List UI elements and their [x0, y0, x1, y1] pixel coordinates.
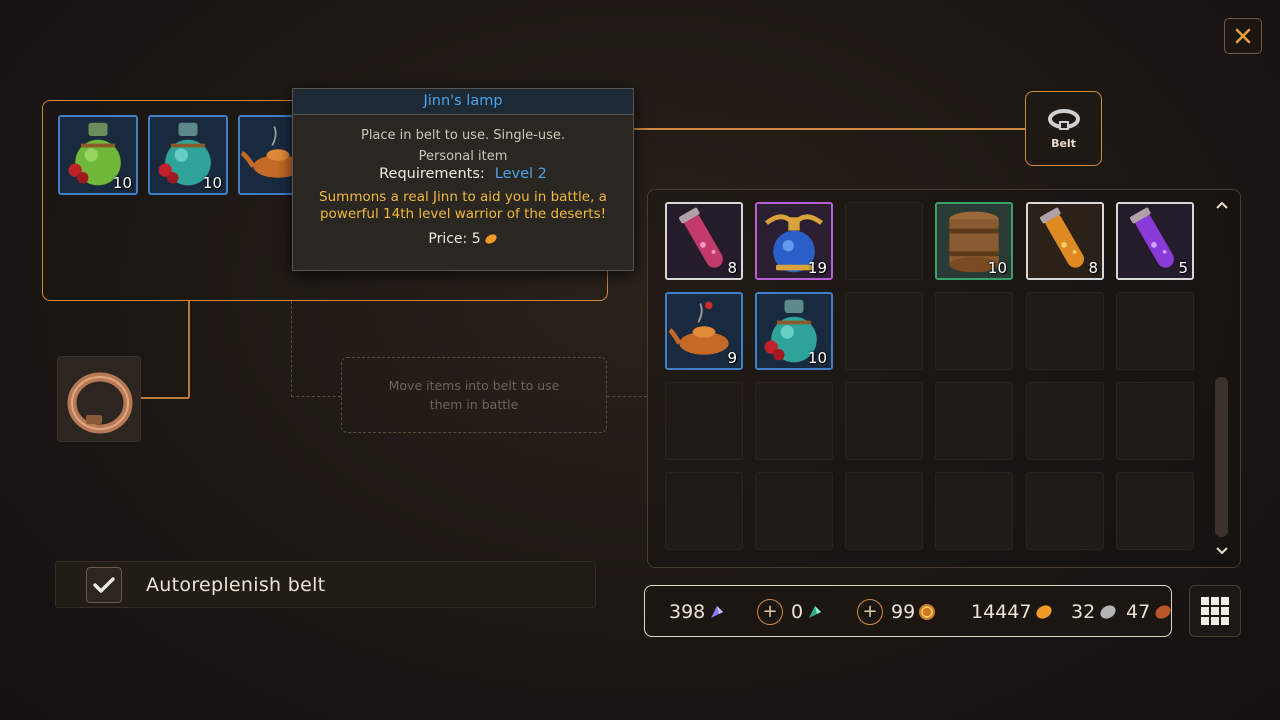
inventory-slot[interactable]: 5 — [1116, 202, 1194, 280]
inventory-slot[interactable]: 10 — [935, 202, 1013, 280]
belt-connector-line — [608, 128, 1026, 130]
inventory-slot-empty[interactable] — [755, 472, 833, 550]
ring-belt-icon — [67, 372, 133, 434]
requirements-label: Requirements: — [379, 166, 485, 182]
inventory-slot-empty[interactable] — [1116, 382, 1194, 460]
tooltip-title: Jinn's lamp — [293, 89, 633, 115]
inventory-slot-empty[interactable] — [845, 382, 923, 460]
close-icon — [1235, 28, 1251, 44]
chevron-up-icon — [1216, 201, 1228, 209]
inventory-slot-empty[interactable] — [1026, 382, 1104, 460]
tooltip-description: Summons a real Jinn to aid you in battle… — [319, 189, 607, 222]
inventory-slot-empty[interactable] — [845, 472, 923, 550]
currency-value: 47 — [1126, 601, 1151, 623]
inventory-slot[interactable]: 8 — [665, 202, 743, 280]
slot-count: 19 — [807, 259, 827, 277]
currency-value: 32 — [1071, 601, 1096, 623]
autoreplenish-row: Autoreplenish belt — [55, 561, 596, 608]
bracket-line — [188, 301, 190, 398]
inventory-slot[interactable]: 8 — [1026, 202, 1104, 280]
inventory-slot-empty[interactable] — [935, 382, 1013, 460]
slot-count: 5 — [1178, 259, 1188, 277]
bracket-line — [141, 397, 189, 399]
dashed-line — [291, 396, 341, 397]
currency-emeralds: + 0 — [757, 586, 824, 638]
inventory-slot-empty[interactable] — [1026, 292, 1104, 370]
slot-count: 8 — [1088, 259, 1098, 277]
currency-copper: 47 — [1126, 586, 1173, 638]
tooltip-price: Price: 5 — [293, 231, 633, 247]
currency-crystals: 398 — [669, 586, 726, 638]
belt-icon — [1047, 109, 1080, 130]
slot-count: 9 — [727, 349, 737, 367]
tooltip-requirements: Requirements: Level 2 — [293, 166, 633, 182]
grid-view-button[interactable] — [1189, 585, 1241, 637]
price-label: Price: 5 — [428, 231, 481, 247]
currency-value: 14447 — [971, 601, 1032, 623]
scroll-up-button[interactable] — [1213, 197, 1231, 213]
silver-coin-icon — [1100, 605, 1116, 619]
emerald-icon — [809, 606, 822, 618]
slot-count: 10 — [987, 259, 1007, 277]
inventory-slot[interactable]: 19 — [755, 202, 833, 280]
add-emeralds-button[interactable]: + — [757, 599, 783, 625]
slot-count: 10 — [807, 349, 827, 367]
inventory-slot-empty[interactable] — [755, 382, 833, 460]
item-tooltip: Jinn's lamp Place in belt to use. Single… — [292, 88, 634, 271]
autoreplenish-label: Autoreplenish belt — [146, 573, 326, 596]
inventory-slot[interactable]: 9 — [665, 292, 743, 370]
inventory-slot-empty[interactable] — [1116, 472, 1194, 550]
chevron-down-icon — [1216, 547, 1228, 555]
dashed-line — [291, 301, 292, 397]
tooltip-personal: Personal item — [418, 149, 508, 164]
inventory-slot-empty[interactable] — [845, 292, 923, 370]
gold-coin-icon — [485, 234, 497, 244]
currency-value: 398 — [669, 601, 706, 623]
belt-tab-label: Belt — [1051, 137, 1076, 150]
inventory-slot-empty[interactable] — [935, 292, 1013, 370]
scroll-down-button[interactable] — [1213, 543, 1231, 559]
inventory-slot-empty[interactable] — [665, 382, 743, 460]
inventory-slot-empty[interactable] — [1116, 292, 1194, 370]
belt-hint: Move items into belt to use them in batt… — [341, 357, 607, 433]
slot-count: 10 — [112, 174, 132, 192]
currency-silver: 32 — [1071, 586, 1118, 638]
inventory-slot-empty[interactable] — [665, 472, 743, 550]
inventory-slot-empty[interactable] — [845, 202, 923, 280]
slot-count: 8 — [727, 259, 737, 277]
belt-slot-1[interactable]: 10 — [58, 115, 138, 195]
currency-value: 99 — [891, 601, 916, 623]
tooltip-usage: Place in belt to use. Single-use. — [360, 128, 566, 143]
currency-tokens: + 99 — [857, 586, 936, 638]
belt-tab[interactable]: Belt — [1025, 91, 1102, 166]
slot-count: 10 — [202, 174, 222, 192]
inventory-slot-empty[interactable] — [1026, 472, 1104, 550]
autoreplenish-checkbox[interactable] — [86, 566, 122, 603]
add-tokens-button[interactable]: + — [857, 599, 883, 625]
checkmark-icon — [93, 576, 115, 593]
inventory-slot-empty[interactable] — [935, 472, 1013, 550]
gold-coin-icon — [1036, 605, 1053, 619]
grid-icon — [1201, 597, 1229, 625]
inventory-slot[interactable]: 10 — [755, 292, 833, 370]
scrollbar-thumb[interactable] — [1215, 377, 1228, 537]
currency-gold: 14447 — [971, 586, 1054, 638]
token-icon — [919, 604, 936, 620]
currency-value: 0 — [791, 601, 804, 623]
close-button[interactable] — [1224, 18, 1262, 54]
currency-bar: 398 + 0 + 99 14447 32 47 — [644, 585, 1172, 637]
belt-equip-slot[interactable] — [57, 356, 141, 442]
crystal-icon — [711, 606, 724, 618]
belt-slot-2[interactable]: 10 — [148, 115, 228, 195]
copper-coin-icon — [1155, 605, 1171, 619]
dashed-line — [607, 396, 647, 397]
requirements-value: Level 2 — [494, 166, 547, 182]
